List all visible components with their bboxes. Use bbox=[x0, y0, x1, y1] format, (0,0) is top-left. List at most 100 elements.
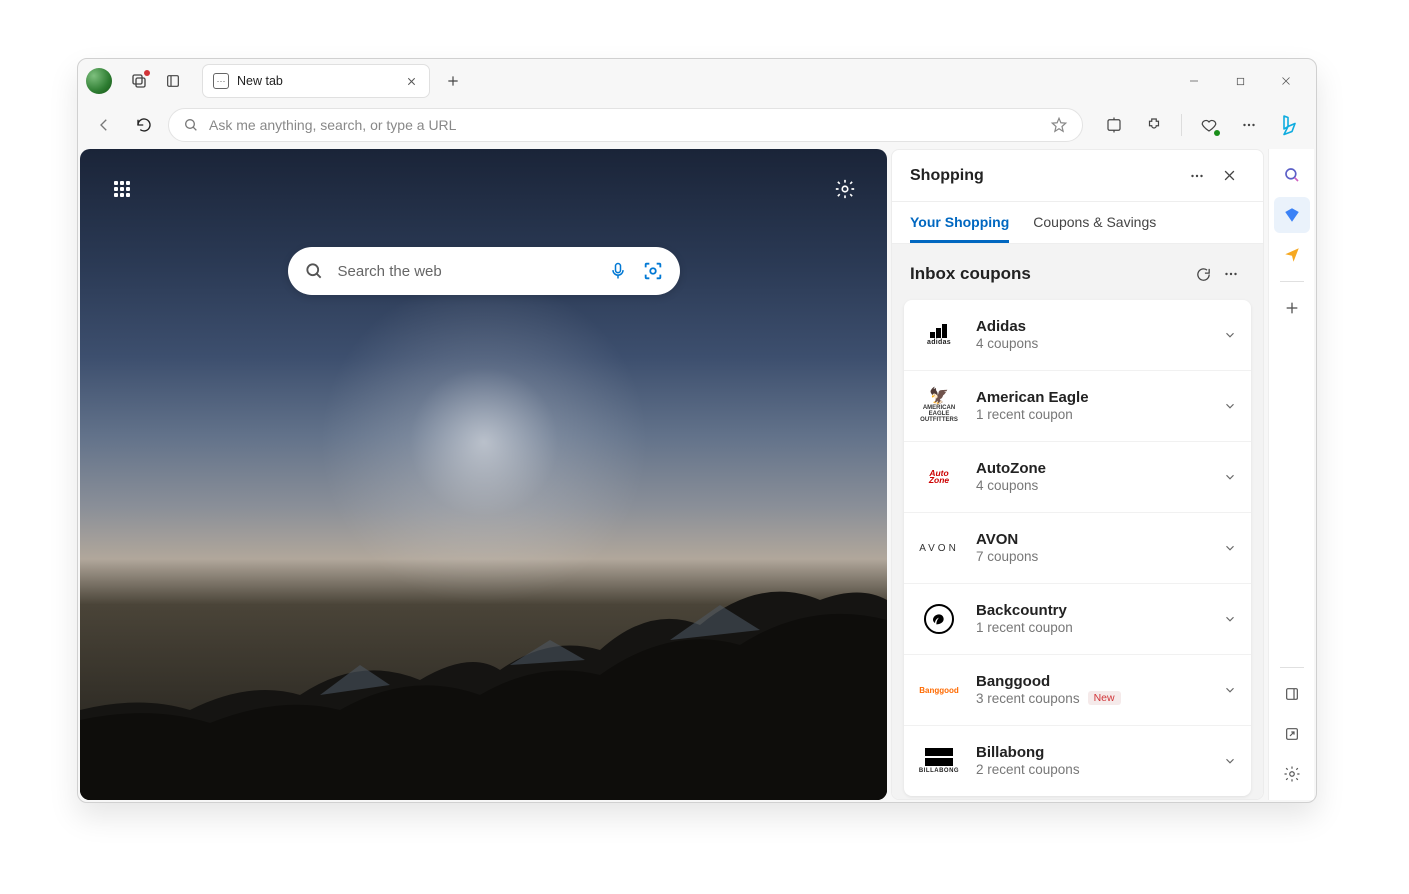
tab-favicon-icon: ⋯ bbox=[213, 73, 229, 89]
toolbar-actions bbox=[1097, 108, 1306, 142]
section-title: Inbox coupons bbox=[910, 264, 1189, 284]
chevron-down-icon bbox=[1223, 470, 1237, 484]
content-row: Search the web Shopping bbox=[78, 147, 1316, 802]
profile-avatar[interactable] bbox=[86, 68, 112, 94]
brand-info: Backcountry1 recent coupon bbox=[976, 602, 1207, 637]
brand-logo: AVON bbox=[918, 527, 960, 569]
voice-search-button[interactable] bbox=[608, 261, 628, 281]
sidebar-open-external-button[interactable] bbox=[1274, 716, 1310, 752]
brand-info: American Eagle1 recent coupon bbox=[976, 389, 1207, 424]
sidebar-strip bbox=[1268, 149, 1314, 800]
sidebar-settings-button[interactable] bbox=[1274, 756, 1310, 792]
coupon-item[interactable]: AutoZoneAutoZone4 coupons bbox=[904, 442, 1251, 513]
apps-grid-icon bbox=[114, 181, 130, 197]
minimize-button[interactable] bbox=[1172, 65, 1216, 97]
refresh-button[interactable] bbox=[128, 109, 160, 141]
brand-subtext: 1 recent coupon bbox=[976, 620, 1073, 635]
brand-info: AutoZone4 coupons bbox=[976, 460, 1207, 495]
tab-new-tab[interactable]: ⋯ New tab bbox=[202, 64, 430, 98]
tab-your-shopping[interactable]: Your Shopping bbox=[910, 214, 1009, 243]
copilot-button[interactable] bbox=[1272, 108, 1306, 142]
brand-name: Adidas bbox=[976, 318, 1207, 335]
brand-info: Billabong2 recent coupons bbox=[976, 744, 1207, 779]
brand-subtext: 4 coupons bbox=[976, 336, 1038, 351]
addressbar-input[interactable] bbox=[209, 117, 1040, 133]
menu-button[interactable] bbox=[1232, 108, 1266, 142]
section-header: Inbox coupons bbox=[892, 244, 1263, 300]
brand-info: Adidas4 coupons bbox=[976, 318, 1207, 353]
coupon-item[interactable]: AVONAVON7 coupons bbox=[904, 513, 1251, 584]
favorites-hub-button[interactable] bbox=[1192, 108, 1226, 142]
chevron-down-icon bbox=[1223, 328, 1237, 342]
brand-name: Billabong bbox=[976, 744, 1207, 761]
brand-info: Banggood3 recent couponsNew bbox=[976, 673, 1207, 708]
toolbar bbox=[78, 103, 1316, 147]
tab-coupons-savings[interactable]: Coupons & Savings bbox=[1033, 214, 1156, 243]
coupon-item[interactable]: adidas Adidas4 coupons bbox=[904, 300, 1251, 371]
brand-subtext: 1 recent coupon bbox=[976, 407, 1073, 422]
section-more-button[interactable] bbox=[1217, 260, 1245, 288]
sidebar-shopping-button[interactable] bbox=[1274, 197, 1310, 233]
coupon-item[interactable]: 🦅AMERICAN EAGLEOUTFITTERS American Eagle1… bbox=[904, 371, 1251, 442]
addressbar[interactable] bbox=[168, 108, 1083, 142]
tab-title: New tab bbox=[237, 74, 395, 88]
tab-actions-button[interactable] bbox=[158, 66, 188, 96]
ntp-topbar bbox=[104, 171, 863, 207]
chevron-down-icon bbox=[1223, 683, 1237, 697]
split-screen-button[interactable] bbox=[1097, 108, 1131, 142]
back-button[interactable] bbox=[88, 109, 120, 141]
refresh-coupons-button[interactable] bbox=[1189, 260, 1217, 288]
extensions-button[interactable] bbox=[1137, 108, 1171, 142]
brand-logo: 🦅AMERICAN EAGLEOUTFITTERS bbox=[918, 385, 960, 427]
brand-name: American Eagle bbox=[976, 389, 1207, 406]
brand-subtext: 2 recent coupons bbox=[976, 762, 1080, 777]
new-tab-page: Search the web bbox=[80, 149, 887, 800]
image-search-button[interactable] bbox=[642, 260, 664, 282]
sidebar-search-button[interactable] bbox=[1274, 157, 1310, 193]
window-controls bbox=[1172, 65, 1308, 97]
chevron-down-icon bbox=[1223, 399, 1237, 413]
panel-tabs: Your Shopping Coupons & Savings bbox=[892, 202, 1263, 244]
brand-subtext: 4 coupons bbox=[976, 478, 1038, 493]
brand-logo: AutoZone bbox=[918, 456, 960, 498]
brand-logo: adidas bbox=[918, 314, 960, 356]
sidebar-send-button[interactable] bbox=[1274, 237, 1310, 273]
background-mountain bbox=[80, 545, 887, 800]
tab-close-button[interactable] bbox=[403, 73, 419, 89]
browser-window: ⋯ New tab bbox=[77, 58, 1317, 803]
close-window-button[interactable] bbox=[1264, 65, 1308, 97]
sidebar-separator bbox=[1280, 281, 1304, 282]
new-tab-button[interactable] bbox=[438, 66, 468, 96]
ntp-search-placeholder: Search the web bbox=[338, 263, 594, 280]
workspaces-button[interactable] bbox=[124, 66, 154, 96]
chevron-down-icon bbox=[1223, 612, 1237, 626]
brand-name: Backcountry bbox=[976, 602, 1207, 619]
coupon-list: adidasAdidas4 coupons🦅AMERICAN EAGLEOUTF… bbox=[904, 300, 1251, 796]
new-badge: New bbox=[1088, 691, 1121, 705]
brand-name: AutoZone bbox=[976, 460, 1207, 477]
coupon-item[interactable]: Backcountry1 recent coupon bbox=[904, 584, 1251, 655]
panel-more-button[interactable] bbox=[1181, 160, 1213, 192]
maximize-button[interactable] bbox=[1218, 65, 1262, 97]
coupon-item[interactable]: BanggoodBanggood3 recent couponsNew bbox=[904, 655, 1251, 726]
brand-name: AVON bbox=[976, 531, 1207, 548]
search-icon bbox=[304, 261, 324, 281]
ntp-search-box[interactable]: Search the web bbox=[288, 247, 680, 295]
apps-launcher-button[interactable] bbox=[104, 171, 140, 207]
favorite-button[interactable] bbox=[1050, 116, 1068, 134]
shopping-side-panel: Shopping Your Shopping Coupons & Savings… bbox=[891, 149, 1264, 800]
sidebar-panel-toggle-button[interactable] bbox=[1274, 676, 1310, 712]
titlebar: ⋯ New tab bbox=[78, 59, 1316, 103]
coupon-item[interactable]: BILLABONG Billabong2 recent coupons bbox=[904, 726, 1251, 796]
brand-logo bbox=[918, 598, 960, 640]
brand-info: AVON7 coupons bbox=[976, 531, 1207, 566]
sidebar-add-button[interactable] bbox=[1274, 290, 1310, 326]
panel-title: Shopping bbox=[910, 167, 1181, 185]
ntp-settings-button[interactable] bbox=[827, 171, 863, 207]
brand-subtext: 3 recent coupons bbox=[976, 691, 1080, 706]
panel-close-button[interactable] bbox=[1213, 160, 1245, 192]
brand-logo: BILLABONG bbox=[918, 740, 960, 782]
sidebar-separator bbox=[1280, 667, 1304, 668]
panel-body[interactable]: Inbox coupons adidasAdidas4 coupons🦅AMER… bbox=[892, 244, 1263, 799]
chevron-down-icon bbox=[1223, 754, 1237, 768]
